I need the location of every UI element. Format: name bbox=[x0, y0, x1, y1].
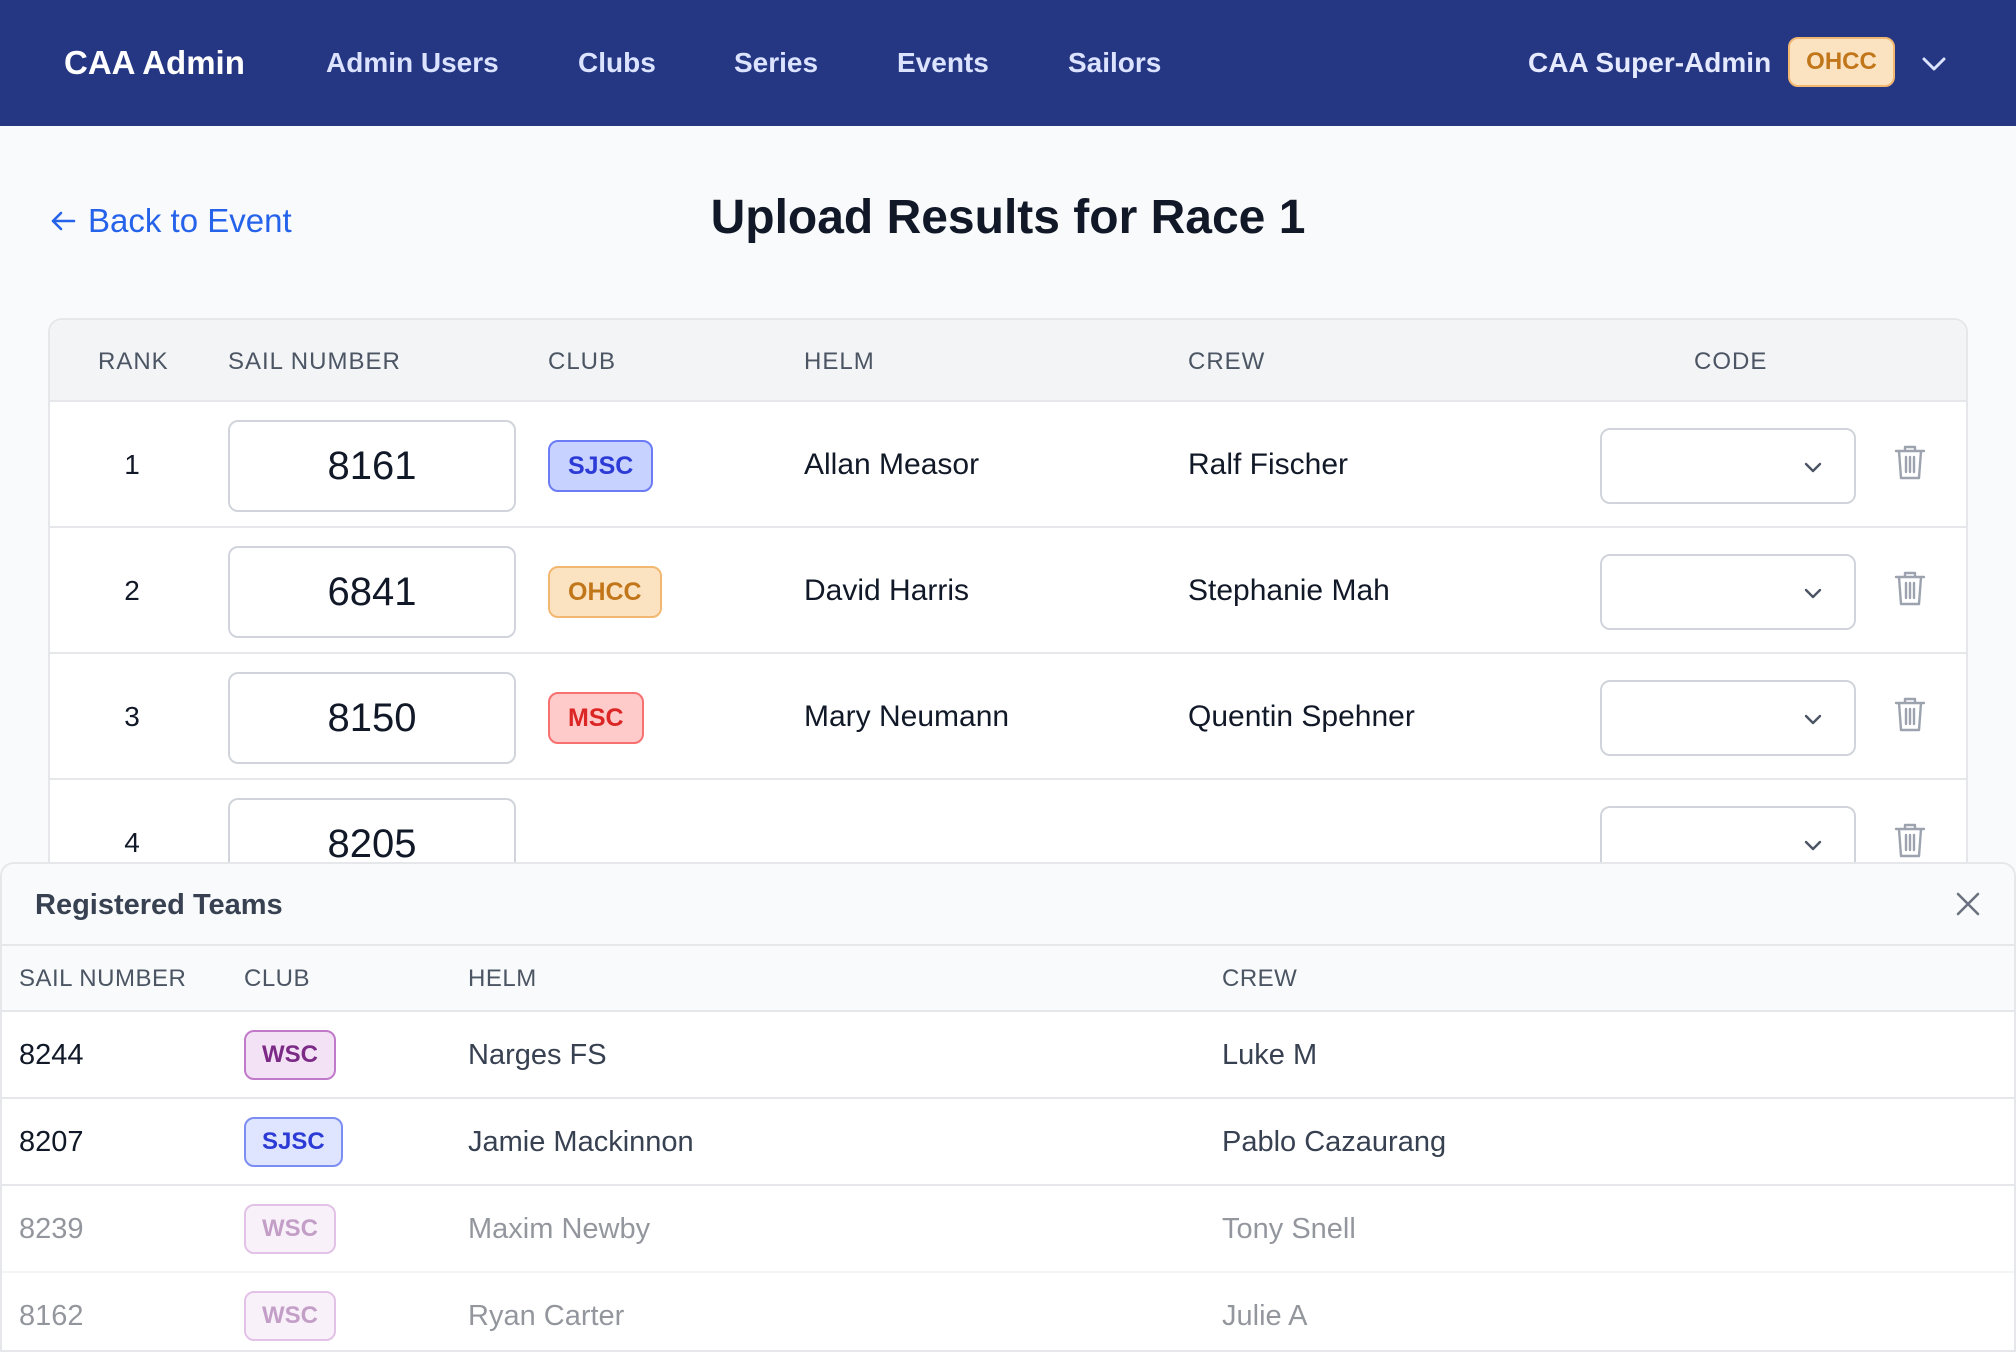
team-crew: Julie A bbox=[1222, 1300, 1308, 1332]
result-row: 2 OHCC David Harris Stephanie Mah bbox=[50, 526, 1966, 652]
panel-title: Registered Teams bbox=[35, 889, 283, 921]
team-row[interactable]: 8239 WSC Maxim Newby Tony Snell bbox=[2, 1186, 2014, 1273]
brand-logo[interactable]: CAA Admin bbox=[64, 0, 245, 126]
club-badge: WSC bbox=[244, 1291, 336, 1341]
column-header-club: CLUB bbox=[548, 348, 617, 375]
helm-cell: Mary Neumann bbox=[804, 700, 1010, 733]
user-menu-label[interactable]: CAA Super-Admin bbox=[1528, 0, 1771, 126]
rank-cell: 1 bbox=[124, 449, 140, 480]
chevron-down-icon bbox=[1804, 714, 1822, 725]
column-header-helm: HELM bbox=[804, 348, 875, 375]
crew-cell: Stephanie Mah bbox=[1188, 574, 1390, 607]
team-helm: Ryan Carter bbox=[468, 1300, 625, 1332]
team-row[interactable]: 8162 WSC Ryan Carter Julie A bbox=[2, 1273, 2014, 1350]
result-row: 1 SJSC Allan Measor Ralf Fischer bbox=[50, 400, 1966, 526]
club-badge: MSC bbox=[548, 692, 644, 744]
trash-icon[interactable] bbox=[1888, 566, 1932, 610]
results-table-header: RANK SAIL NUMBER CLUB HELM CREW CODE bbox=[50, 320, 1966, 400]
club-badge: SJSC bbox=[244, 1117, 343, 1167]
team-sail-number: 8162 bbox=[19, 1300, 84, 1332]
result-row: 3 MSC Mary Neumann Quentin Spehner bbox=[50, 652, 1966, 778]
trash-icon[interactable] bbox=[1888, 818, 1932, 862]
club-badge: SJSC bbox=[548, 440, 654, 492]
club-badge: WSC bbox=[244, 1030, 336, 1080]
club-badge: WSC bbox=[244, 1204, 336, 1254]
nav-link-clubs[interactable]: Clubs bbox=[578, 0, 656, 126]
column-header-rank: RANK bbox=[98, 348, 169, 375]
registered-teams-panel: Registered Teams SAIL NUMBER CLUB HELM C… bbox=[0, 862, 2016, 1352]
code-select[interactable] bbox=[1600, 554, 1856, 630]
trash-icon[interactable] bbox=[1888, 440, 1932, 484]
close-icon[interactable] bbox=[1950, 886, 1986, 922]
team-helm: Maxim Newby bbox=[468, 1213, 651, 1245]
team-crew: Pablo Cazaurang bbox=[1222, 1126, 1447, 1158]
results-table: RANK SAIL NUMBER CLUB HELM CREW CODE 1 S… bbox=[48, 318, 1968, 878]
column-header-crew: CREW bbox=[1188, 348, 1266, 375]
rank-cell: 2 bbox=[124, 575, 140, 606]
panel-header: Registered Teams bbox=[2, 864, 2014, 946]
crew-cell: Quentin Spehner bbox=[1188, 700, 1415, 733]
crew-cell: Ralf Fischer bbox=[1188, 448, 1349, 481]
column-header-crew: CREW bbox=[1222, 965, 1298, 992]
chevron-down-icon bbox=[1804, 840, 1822, 851]
team-row[interactable]: 8244 WSC Narges FS Luke M bbox=[2, 1012, 2014, 1099]
top-nav-bar: CAA Admin Admin Users Clubs Series Event… bbox=[0, 0, 2016, 126]
user-club-badge: OHCC bbox=[1788, 37, 1895, 87]
registered-teams-header: SAIL NUMBER CLUB HELM CREW bbox=[2, 946, 2014, 1012]
team-helm: Jamie Mackinnon bbox=[468, 1126, 694, 1158]
nav-link-series[interactable]: Series bbox=[734, 0, 818, 126]
team-crew: Luke M bbox=[1222, 1039, 1318, 1071]
column-header-code: CODE bbox=[1694, 348, 1768, 375]
sail-number-input[interactable] bbox=[228, 672, 516, 764]
team-sail-number: 8244 bbox=[19, 1039, 84, 1071]
code-select[interactable] bbox=[1600, 680, 1856, 756]
team-sail-number: 8239 bbox=[19, 1213, 84, 1245]
chevron-down-icon[interactable] bbox=[1914, 44, 1954, 84]
team-sail-number: 8207 bbox=[19, 1126, 84, 1158]
helm-cell: David Harris bbox=[804, 574, 970, 607]
column-header-sail-number: SAIL NUMBER bbox=[19, 965, 187, 992]
chevron-down-icon bbox=[1804, 462, 1822, 473]
club-badge: OHCC bbox=[548, 566, 662, 618]
trash-icon[interactable] bbox=[1888, 692, 1932, 736]
nav-link-sailors[interactable]: Sailors bbox=[1068, 0, 1161, 126]
page-title: Upload Results for Race 1 bbox=[710, 191, 1306, 244]
team-helm: Narges FS bbox=[468, 1039, 607, 1071]
team-row[interactable]: 8207 SJSC Jamie Mackinnon Pablo Cazauran… bbox=[2, 1099, 2014, 1186]
column-header-club: CLUB bbox=[244, 965, 311, 992]
nav-link-admin-users[interactable]: Admin Users bbox=[326, 0, 499, 126]
sail-number-input[interactable] bbox=[228, 420, 516, 512]
column-header-helm: HELM bbox=[468, 965, 537, 992]
team-crew: Tony Snell bbox=[1222, 1213, 1356, 1245]
column-header-sail-number: SAIL NUMBER bbox=[228, 348, 401, 375]
chevron-down-icon bbox=[1804, 588, 1822, 599]
sail-number-input[interactable] bbox=[228, 546, 516, 638]
code-select[interactable] bbox=[1600, 428, 1856, 504]
rank-cell: 3 bbox=[124, 701, 140, 732]
nav-link-events[interactable]: Events bbox=[897, 0, 989, 126]
helm-cell: Allan Measor bbox=[804, 448, 980, 481]
